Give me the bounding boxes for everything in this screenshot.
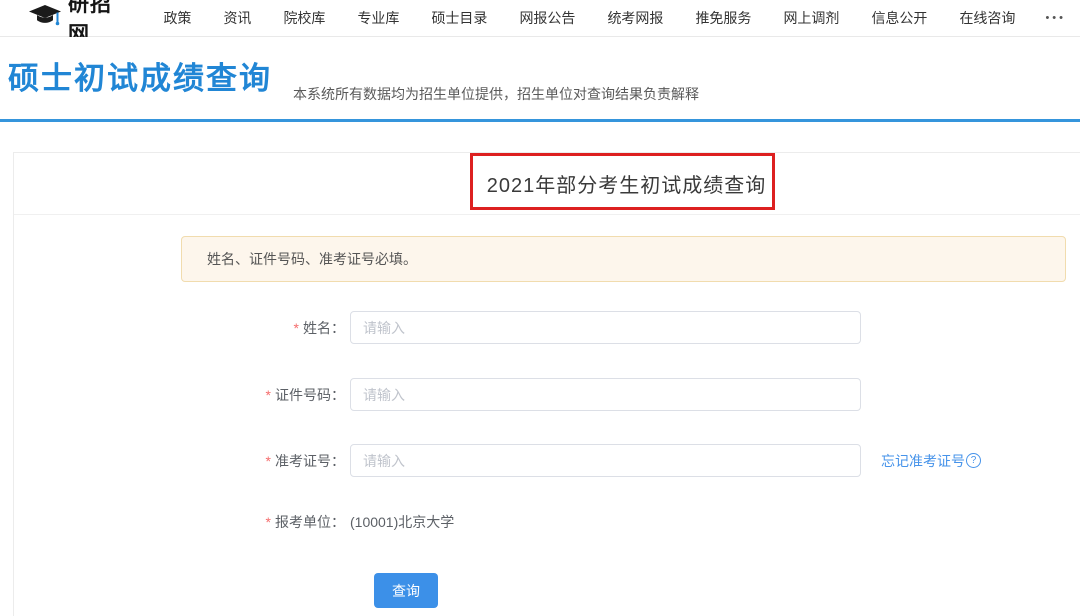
form-row-institution: *报考单位： (10001)北京大学 — [14, 505, 1080, 538]
page-header: 硕士初试成绩查询 本系统所有数据均为招生单位提供，招生单位对查询结果负责解释 — [0, 37, 1080, 119]
blue-divider — [0, 119, 1080, 122]
nav-item-online-consult[interactable]: 在线咨询 — [943, 8, 1031, 28]
nav-item-info-disclosure[interactable]: 信息公开 — [855, 8, 943, 28]
required-asterisk: * — [266, 387, 271, 403]
main-nav: 政策 资讯 院校库 专业库 硕士目录 网报公告 统考网报 推免服务 网上调剂 信… — [147, 8, 1080, 28]
required-asterisk: * — [266, 514, 271, 530]
ticket-number-input[interactable] — [350, 444, 861, 477]
query-card: 2021年部分考生初试成绩查询 姓名、证件号码、准考证号必填。 *姓名： *证件… — [13, 152, 1080, 616]
page-title: 硕士初试成绩查询 — [8, 62, 272, 96]
nav-item-policy[interactable]: 政策 — [147, 8, 207, 28]
nav-item-online-adjustment[interactable]: 网上调剂 — [767, 8, 855, 28]
required-asterisk: * — [294, 320, 299, 336]
form-row-ticket-number: *准考证号： 忘记准考证号? — [14, 444, 1080, 477]
nav-item-exemption-service[interactable]: 推免服务 — [679, 8, 767, 28]
question-circle-icon: ? — [966, 453, 981, 468]
query-button[interactable]: 查询 — [374, 573, 438, 608]
required-asterisk: * — [266, 453, 271, 469]
more-dots-icon[interactable]: ••• — [1031, 12, 1080, 24]
card-heading: 2021年部分考生初试成绩查询 — [487, 169, 767, 198]
forgot-ticket-link[interactable]: 忘记准考证号? — [881, 451, 981, 471]
required-fields-notice: 姓名、证件号码、准考证号必填。 — [181, 236, 1066, 282]
card-header: 2021年部分考生初试成绩查询 — [14, 153, 1080, 215]
score-query-page: 研招网 政策 资讯 院校库 专业库 硕士目录 网报公告 统考网报 推免服务 网上… — [0, 0, 1080, 616]
graduation-cap-icon — [28, 3, 62, 33]
nav-item-master-catalog[interactable]: 硕士目录 — [415, 8, 503, 28]
institution-label: *报考单位： — [14, 512, 350, 532]
id-number-input[interactable] — [350, 378, 861, 411]
name-input[interactable] — [350, 311, 861, 344]
nav-item-college-library[interactable]: 院校库 — [267, 8, 341, 28]
nav-item-major-library[interactable]: 专业库 — [341, 8, 415, 28]
nav-item-news[interactable]: 资讯 — [207, 8, 267, 28]
institution-value: (10001)北京大学 — [350, 512, 454, 532]
nav-item-unified-exam-registration[interactable]: 统考网报 — [591, 8, 679, 28]
ticket-number-label: *准考证号： — [14, 451, 350, 471]
form-row-submit: 查询 — [14, 573, 1080, 608]
name-label: *姓名： — [14, 318, 350, 338]
id-number-label: *证件号码： — [14, 385, 350, 405]
page-subtitle: 本系统所有数据均为招生单位提供，招生单位对查询结果负责解释 — [293, 84, 699, 104]
nav-item-report-notice[interactable]: 网报公告 — [503, 8, 591, 28]
top-navbar: 研招网 政策 资讯 院校库 专业库 硕士目录 网报公告 统考网报 推免服务 网上… — [0, 0, 1080, 37]
form-row-name: *姓名： — [14, 311, 1080, 344]
form-row-id-number: *证件号码： — [14, 378, 1080, 411]
